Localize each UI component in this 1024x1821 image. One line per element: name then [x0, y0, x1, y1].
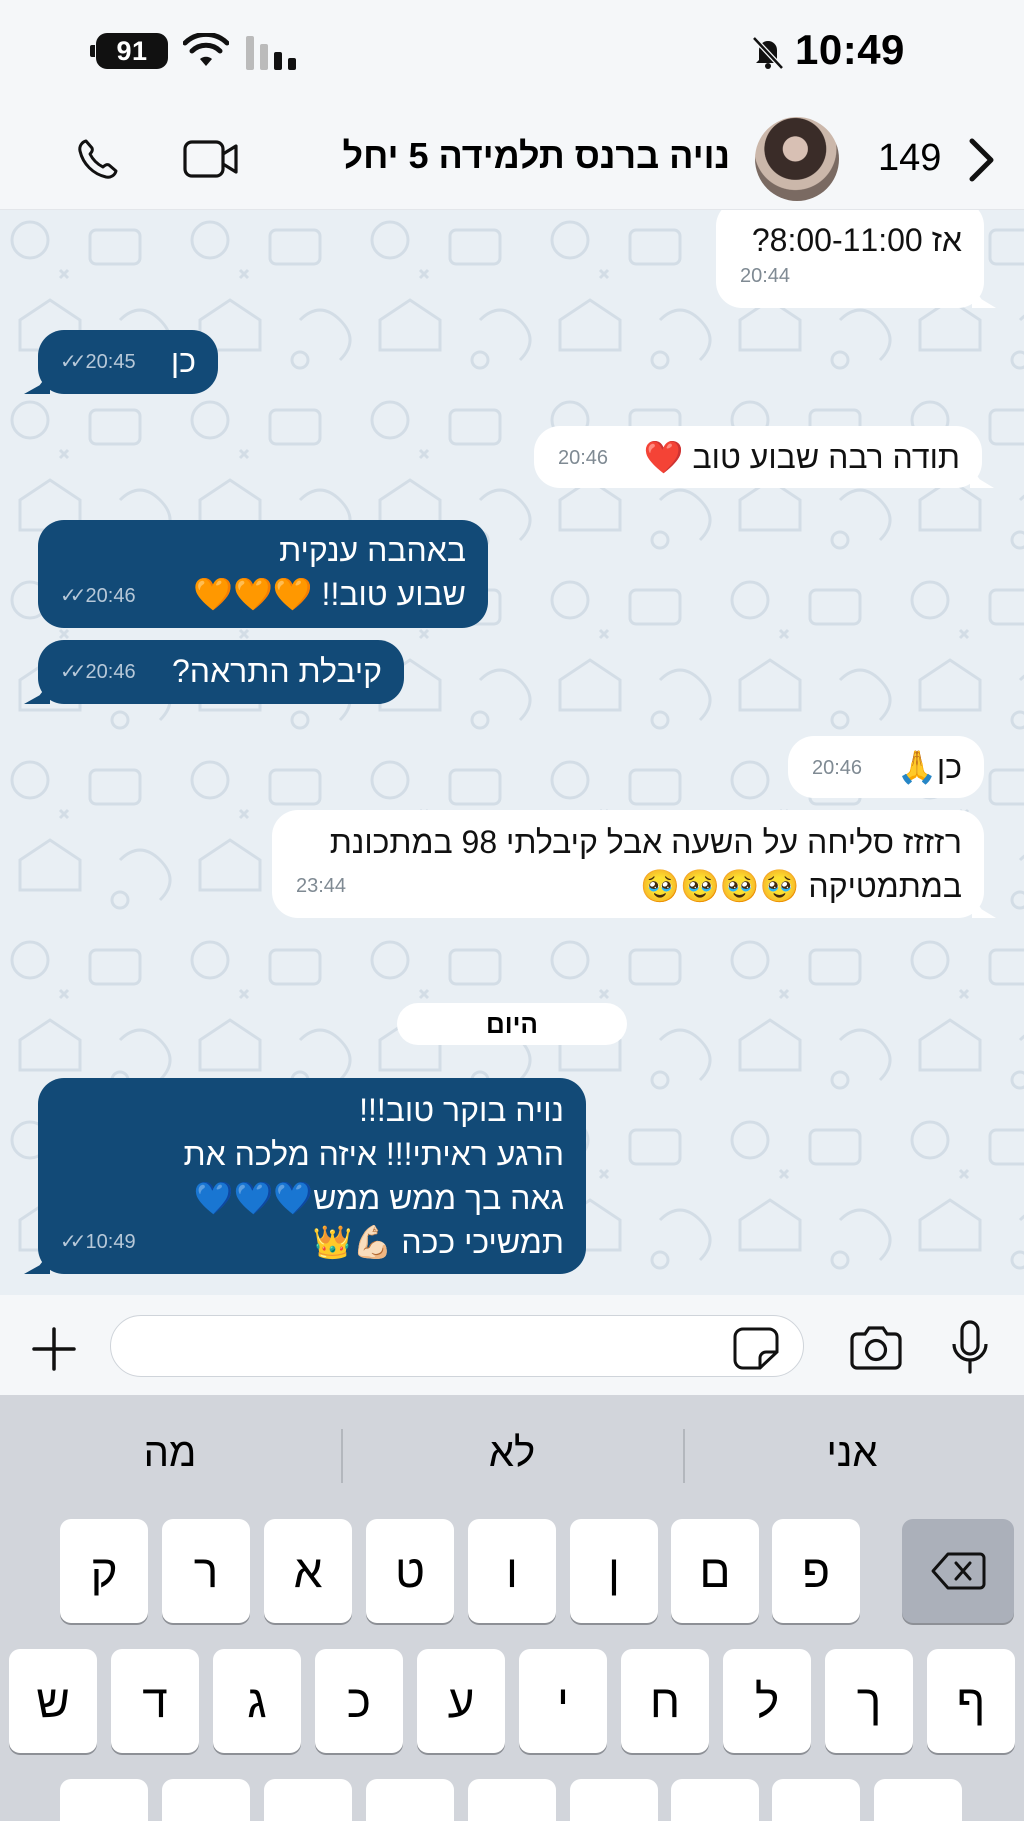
key[interactable]: ר: [162, 1519, 250, 1623]
read-receipt-icon: ✓✓: [60, 1231, 86, 1253]
key[interactable]: [671, 1779, 759, 1821]
sticker-icon[interactable]: [733, 1326, 779, 1370]
message-text: נויה בוקר טוב!!! הרגע ראיתי!!! איזה מלכה…: [183, 1092, 564, 1260]
read-receipt-icon: ✓✓: [60, 585, 86, 607]
key[interactable]: י: [519, 1649, 607, 1753]
message-bubble-incoming[interactable]: רזזזז סליחה על השעה אבל קיבלתי 98 במתכונ…: [272, 810, 984, 918]
suggestion-divider: [341, 1429, 343, 1483]
message-bubble-incoming[interactable]: כן🙏 20:46: [788, 736, 984, 798]
key[interactable]: א: [264, 1519, 352, 1623]
key[interactable]: ף: [927, 1649, 1015, 1753]
backspace-icon: [931, 1552, 986, 1590]
key[interactable]: ג: [213, 1649, 301, 1753]
read-receipt-icon: ✓✓: [60, 351, 86, 373]
chevron-right-icon[interactable]: [966, 137, 996, 183]
key[interactable]: [264, 1779, 352, 1821]
message-bubble-outgoing[interactable]: נויה בוקר טוב!!! הרגע ראיתי!!! איזה מלכה…: [38, 1078, 586, 1274]
message-input[interactable]: [110, 1315, 804, 1377]
key[interactable]: [468, 1779, 556, 1821]
suggestion-bar: אני לא מה: [0, 1395, 1024, 1507]
cellular-icon: [246, 36, 296, 70]
plus-icon[interactable]: [30, 1325, 78, 1373]
suggestion-item[interactable]: לא: [412, 1431, 612, 1476]
suggestion-item[interactable]: מה: [70, 1431, 270, 1476]
key[interactable]: ן: [570, 1519, 658, 1623]
microphone-icon[interactable]: [950, 1320, 990, 1376]
day-separator: היום: [397, 1003, 627, 1045]
message-time: ✓✓ 20:45: [60, 351, 136, 373]
bell-off-icon: [752, 36, 784, 70]
phone-icon[interactable]: [74, 135, 122, 183]
avatar[interactable]: [755, 117, 839, 201]
status-time: 10:49: [795, 26, 905, 73]
key[interactable]: ש: [9, 1649, 97, 1753]
message-time: ✓✓ 10:49: [60, 1231, 136, 1253]
chat-title[interactable]: נויה ברנס תלמידה 5 יחל: [343, 135, 730, 177]
key[interactable]: ק: [60, 1519, 148, 1623]
suggestion-item[interactable]: אני: [752, 1431, 952, 1476]
message-text: רזזזז סליחה על השעה אבל קיבלתי 98 במתכונ…: [329, 824, 962, 904]
key[interactable]: [570, 1779, 658, 1821]
key[interactable]: ל: [723, 1649, 811, 1753]
key[interactable]: ח: [621, 1649, 709, 1753]
message-text: תודה רבה שבוע טוב ❤️: [643, 439, 960, 475]
message-time: 20:44: [740, 265, 791, 287]
message-time: 20:46: [558, 447, 609, 469]
key[interactable]: ד: [111, 1649, 199, 1753]
key[interactable]: ך: [825, 1649, 913, 1753]
key[interactable]: ו: [468, 1519, 556, 1623]
key[interactable]: [366, 1779, 454, 1821]
backspace-key[interactable]: [902, 1519, 1014, 1623]
message-bubble-outgoing[interactable]: כן ✓✓ 20:45: [38, 330, 218, 394]
wifi-icon: [183, 33, 229, 66]
keyboard: אני לא מה פ ם ן ו ט א ר ק ף ך ל ח י ע כ …: [0, 1395, 1024, 1821]
message-bubble-outgoing[interactable]: קיבלת התראה? ✓✓ 20:46: [38, 640, 404, 704]
message-time: 23:44: [296, 875, 347, 897]
battery-indicator: 91: [90, 33, 168, 69]
key[interactable]: פ: [772, 1519, 860, 1623]
key[interactable]: ם: [671, 1519, 759, 1623]
suggestion-divider: [683, 1429, 685, 1483]
key[interactable]: ע: [417, 1649, 505, 1753]
composer-bar: [0, 1295, 1024, 1395]
message-time: ✓✓ 20:46: [60, 661, 136, 683]
message-time: ✓✓ 20:46: [60, 585, 136, 607]
chat-header: נויה ברנס תלמידה 5 יחל 149: [0, 105, 1024, 210]
key[interactable]: כ: [315, 1649, 403, 1753]
chat-area[interactable]: אז 8:00-11:00? 20:44 כן ✓✓ 20:45 תודה רבה…: [0, 210, 1024, 1295]
camera-icon[interactable]: [848, 1325, 904, 1371]
key[interactable]: ט: [366, 1519, 454, 1623]
unread-count: 149: [878, 137, 942, 179]
message-bubble-incoming[interactable]: אז 8:00-11:00? 20:44: [716, 210, 984, 308]
key[interactable]: [874, 1779, 962, 1821]
status-bar: 91 10:49: [0, 0, 1024, 105]
video-icon[interactable]: [183, 138, 239, 180]
read-receipt-icon: ✓✓: [60, 661, 86, 683]
key[interactable]: [60, 1779, 148, 1821]
key[interactable]: [772, 1779, 860, 1821]
key[interactable]: [162, 1779, 250, 1821]
message-time: 20:46: [812, 757, 863, 779]
message-bubble-outgoing[interactable]: באהבה ענקית שבוע טוב!! 🧡🧡🧡 ✓✓ 20:46: [38, 520, 488, 628]
message-bubble-incoming[interactable]: תודה רבה שבוע טוב ❤️ 20:46: [534, 426, 982, 488]
